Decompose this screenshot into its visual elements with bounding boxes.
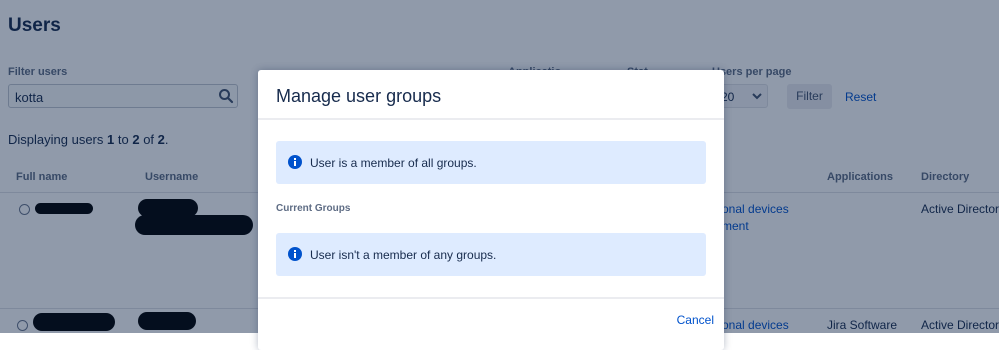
info-icon	[288, 247, 302, 261]
cancel-button[interactable]: Cancel	[677, 313, 714, 327]
info-message-no-groups: User isn't a member of any groups.	[276, 233, 706, 276]
info-message-text: User isn't a member of any groups.	[310, 248, 497, 262]
dialog-footer-divider	[258, 297, 724, 299]
dialog-header-divider	[258, 118, 724, 120]
info-message-all-groups: User is a member of all groups.	[276, 141, 706, 184]
info-message-text: User is a member of all groups.	[310, 156, 477, 170]
info-icon	[288, 155, 302, 169]
current-groups-label: Current Groups	[276, 203, 351, 214]
dialog-title: Manage user groups	[276, 86, 442, 106]
manage-user-groups-dialog: Manage user groups User is a member of a…	[258, 70, 724, 350]
